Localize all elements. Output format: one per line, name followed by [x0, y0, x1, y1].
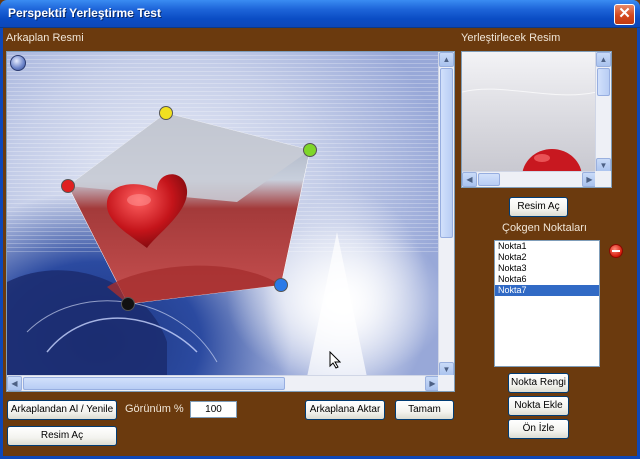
remove-point-icon[interactable]	[609, 244, 623, 258]
close-button[interactable]: ✕	[614, 4, 635, 25]
polygon-handle-yellow[interactable]	[159, 106, 173, 120]
list-item-selected[interactable]: Nokta7	[495, 285, 599, 296]
background-canvas[interactable]: ▲ ▼ ◀ ▶	[6, 51, 455, 392]
scroll-left-arrow[interactable]: ◀	[7, 376, 22, 391]
preview-horizontal-thumb[interactable]	[478, 173, 500, 186]
canvas-corner-knob[interactable]	[10, 55, 26, 71]
list-item[interactable]: Nokta3	[495, 263, 599, 274]
background-image	[7, 52, 440, 377]
window-title: Perspektif Yerleştirme Test	[8, 6, 161, 20]
polygon-handle-black[interactable]	[121, 297, 135, 311]
open-image-right-button[interactable]: Resim Aç	[509, 197, 568, 217]
canvas-horizontal-scrollbar[interactable]: ◀ ▶	[7, 375, 440, 391]
preview-scroll-up-arrow[interactable]: ▲	[596, 52, 611, 67]
get-from-background-button[interactable]: Arkaplandan Al / Yenile	[7, 400, 117, 420]
title-bar: Perspektif Yerleştirme Test ✕	[0, 0, 640, 28]
image-to-place-label: Yerleştirlecek Resim	[461, 32, 561, 44]
preview-vertical-thumb[interactable]	[597, 68, 610, 96]
preview-button[interactable]: Ön İzle	[508, 419, 569, 439]
scroll-corner	[438, 375, 454, 391]
list-item[interactable]: Nokta2	[495, 252, 599, 263]
preview-image-art	[462, 88, 598, 187]
list-item[interactable]: Nokta6	[495, 274, 599, 285]
polygon-handle-green[interactable]	[303, 143, 317, 157]
transfer-to-background-button[interactable]: Arkaplana Aktar	[305, 400, 385, 420]
vertical-scroll-thumb[interactable]	[440, 68, 453, 238]
zoom-percent-input[interactable]: 100	[190, 401, 237, 418]
preview-scroll-left-arrow[interactable]: ◀	[462, 172, 477, 187]
scene-overlay	[7, 112, 440, 377]
ok-button[interactable]: Tamam	[395, 400, 454, 420]
point-color-button[interactable]: Nokta Rengi	[508, 373, 569, 393]
placed-image-preview[interactable]: ▲ ▼ ◀ ▶	[461, 51, 612, 188]
background-image-label: Arkaplan Resmi	[6, 32, 84, 44]
mouse-cursor-icon	[329, 351, 341, 369]
close-icon: ✕	[618, 5, 631, 22]
open-image-left-button[interactable]: Resim Aç	[7, 426, 117, 446]
preview-scroll-corner	[595, 171, 611, 187]
canvas-vertical-scrollbar[interactable]: ▲ ▼	[438, 52, 454, 377]
preview-horizontal-scrollbar[interactable]: ◀ ▶	[462, 171, 597, 187]
list-item[interactable]: Nokta1	[495, 241, 599, 252]
scroll-up-arrow[interactable]: ▲	[439, 52, 454, 67]
preview-image	[462, 52, 598, 187]
add-point-button[interactable]: Nokta Ekle	[508, 396, 569, 416]
preview-vertical-scrollbar[interactable]: ▲ ▼	[595, 52, 611, 173]
view-percent-label: Görünüm %	[125, 403, 184, 415]
polygon-handle-blue[interactable]	[274, 278, 288, 292]
polygon-points-label: Çokgen Noktaları	[502, 222, 587, 234]
polygon-points-list[interactable]: Nokta1 Nokta2 Nokta3 Nokta6 Nokta7	[494, 240, 600, 367]
polygon-handle-red[interactable]	[61, 179, 75, 193]
horizontal-scroll-thumb[interactable]	[23, 377, 285, 390]
